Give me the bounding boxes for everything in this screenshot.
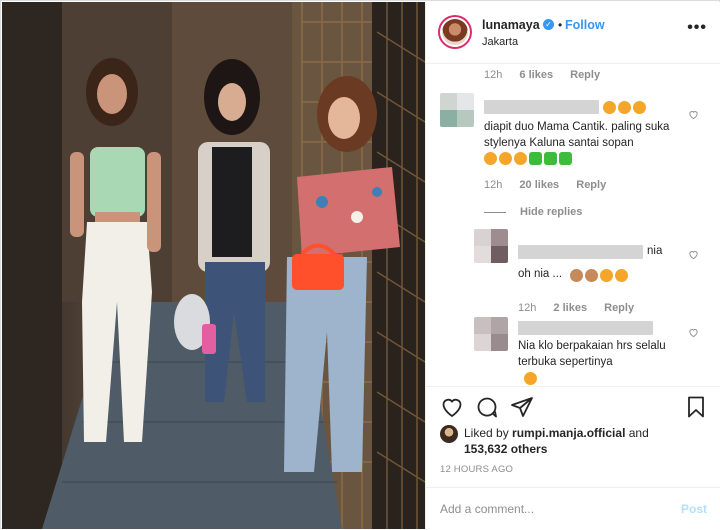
post-timestamp[interactable]: 12 HOURS AGO <box>440 464 513 475</box>
comment-meta: 12h 2 likes Reply <box>518 302 634 314</box>
person-emoji-icon <box>585 269 598 283</box>
comment-like-heart-icon[interactable] <box>688 327 699 338</box>
replies-divider <box>484 212 506 213</box>
comment-likes[interactable]: 2 likes <box>553 302 587 314</box>
post-modal: lunamaya ✓ • Follow Jakarta ••• 12h 6 li… <box>0 0 720 529</box>
comments-list[interactable]: 12h 6 likes Reply diapit duo Mama Cantik… <box>426 65 720 385</box>
comment-text: diapit duo Mama Cantik. paling suka styl… <box>484 121 670 149</box>
blurred-username <box>518 245 643 259</box>
post-sidebar: lunamaya ✓ • Follow Jakarta ••• 12h 6 li… <box>425 2 720 529</box>
emoji-icon <box>615 269 628 283</box>
post-actions: Liked by rumpi.manja.official and 153,63… <box>426 386 720 529</box>
post-header: lunamaya ✓ • Follow Jakarta ••• <box>426 2 720 64</box>
comment-likes[interactable]: 20 likes <box>519 179 559 191</box>
blurred-username <box>518 321 653 335</box>
liked-by-prefix: Liked by <box>464 426 509 440</box>
comment-like-heart-icon[interactable] <box>688 109 699 120</box>
post-location[interactable]: Jakarta <box>482 36 518 48</box>
post-username[interactable]: lunamaya <box>482 18 540 32</box>
comment-meta: 12h 6 likes Reply <box>484 69 600 81</box>
avatar[interactable] <box>474 317 508 351</box>
comment-time: 12h <box>484 179 503 191</box>
green-heart-icon <box>529 152 542 166</box>
comment-input[interactable]: Add a comment... <box>440 502 534 516</box>
comment-likes[interactable]: 6 likes <box>519 69 553 81</box>
comment-like-heart-icon[interactable] <box>688 249 699 260</box>
emoji-icon <box>618 101 631 115</box>
liked-by-text: Liked by rumpi.manja.official and 153,63… <box>464 425 720 457</box>
emoji-icon <box>524 372 537 385</box>
green-heart-icon <box>544 152 557 166</box>
liked-by-and: and <box>628 426 649 440</box>
person-emoji-icon <box>570 269 583 283</box>
paper-plane-icon[interactable] <box>510 395 534 419</box>
likes-count[interactable]: 153,632 others <box>464 442 547 456</box>
emoji-icon <box>514 152 527 166</box>
photo-illustration <box>2 2 425 529</box>
comment-emoji-group <box>603 100 648 115</box>
liked-by-user[interactable]: rumpi.manja.official <box>512 426 625 440</box>
verified-badge-icon: ✓ <box>543 19 554 30</box>
comment-time: 12h <box>518 302 537 314</box>
comment-bubble-icon[interactable] <box>475 395 499 419</box>
comment-emoji-group <box>524 371 539 385</box>
avatar <box>442 19 468 45</box>
emoji-icon <box>600 269 613 283</box>
comment-emoji-row <box>484 151 574 166</box>
comment-emoji-group <box>570 268 630 283</box>
avatar[interactable] <box>474 229 508 263</box>
reply-button[interactable]: Reply <box>604 302 634 314</box>
avatar[interactable] <box>440 93 474 127</box>
story-avatar[interactable] <box>438 15 472 49</box>
more-options-icon[interactable]: ••• <box>687 19 707 37</box>
emoji-icon <box>499 152 512 166</box>
post-photo[interactable] <box>2 2 425 529</box>
add-comment-bar: Add a comment... Post <box>426 487 720 530</box>
bookmark-icon[interactable] <box>684 395 708 419</box>
blurred-username <box>484 100 599 114</box>
header-separator: • <box>558 18 563 32</box>
hide-replies-button[interactable]: Hide replies <box>520 206 582 218</box>
reply-button[interactable]: Reply <box>576 179 606 191</box>
avatar[interactable] <box>440 425 458 443</box>
reply-username-tail[interactable]: nia <box>647 243 662 259</box>
comment-meta: 12h 20 likes Reply <box>484 179 606 191</box>
emoji-icon <box>484 152 497 166</box>
emoji-icon <box>603 101 616 115</box>
reply-button[interactable]: Reply <box>570 69 600 81</box>
heart-outline-icon[interactable] <box>440 395 464 419</box>
comment-text: Nia klo berpakaian hrs selalu terbuka se… <box>518 340 666 368</box>
comment-time: 12h <box>484 69 503 81</box>
post-comment-button[interactable]: Post <box>681 502 707 516</box>
follow-button[interactable]: Follow <box>565 18 605 32</box>
green-heart-icon <box>559 152 572 166</box>
comment-text: oh nia ... <box>518 268 563 280</box>
emoji-icon <box>633 101 646 115</box>
